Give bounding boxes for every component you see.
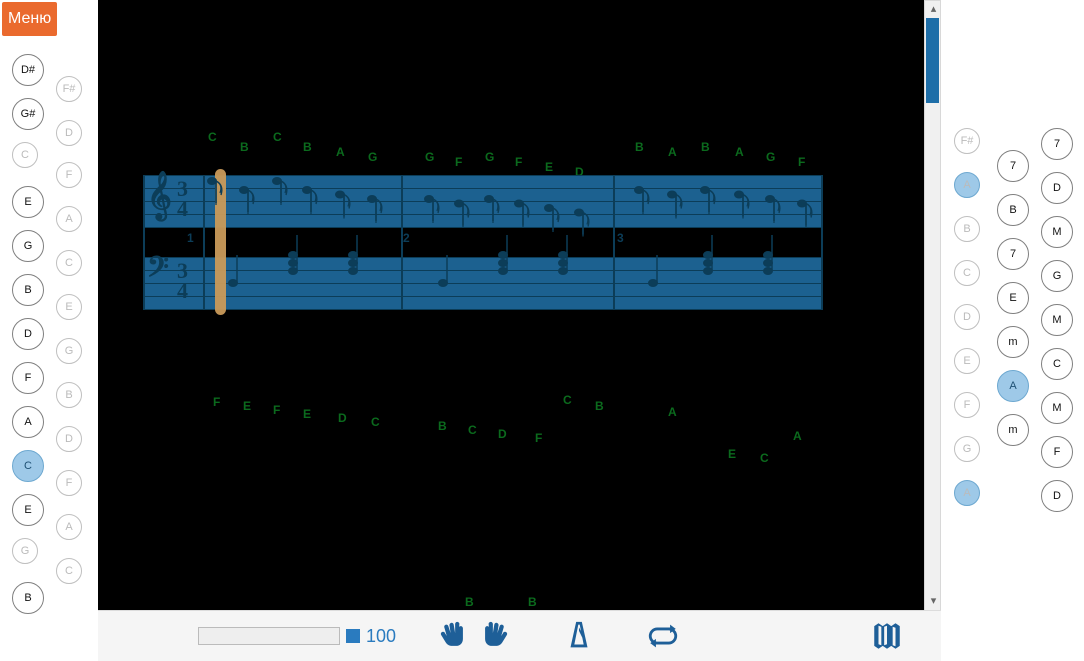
right-key-E[interactable]: E [954, 348, 980, 374]
left-key-D[interactable]: D [12, 318, 44, 350]
right-key-m[interactable]: m [997, 326, 1029, 358]
note-letter: A [668, 405, 677, 419]
note-letter: E [243, 399, 251, 413]
note-letter: C [563, 393, 572, 407]
right-key-C[interactable]: C [1041, 348, 1073, 380]
view-mode-button[interactable] [870, 619, 904, 653]
left-key-B[interactable]: B [12, 582, 44, 614]
left-key-alt-F[interactable]: F [56, 470, 82, 496]
right-key-C[interactable]: C [954, 260, 980, 286]
note-letter: B [438, 419, 447, 433]
left-key-E[interactable]: E [12, 494, 44, 526]
menu-button[interactable]: Меню [2, 2, 57, 36]
note-letter: B [701, 140, 710, 154]
left-key-alt-Fsharp[interactable]: F# [56, 76, 82, 102]
note-letter: B [240, 140, 249, 154]
right-key-G[interactable]: G [954, 436, 980, 462]
left-key-alt-F[interactable]: F [56, 162, 82, 188]
note-letter: C [468, 423, 477, 437]
note-letter: A [793, 429, 802, 443]
left-hand-toggle[interactable] [436, 619, 470, 653]
staff-system-1: 𝄞 𝄢 3 4 3 4 1 2 3 [143, 175, 823, 325]
scroll-down-arrow[interactable]: ▾ [925, 593, 942, 610]
left-key-A[interactable]: A [12, 406, 44, 438]
tempo-indicator-icon [346, 629, 360, 643]
score-content: CBCBAGGFGFEDBABAGF 𝄞 𝄢 3 4 3 4 [143, 15, 823, 595]
scroll-up-arrow[interactable]: ▴ [925, 1, 942, 18]
right-key-D[interactable]: D [954, 304, 980, 330]
note-letter: C [273, 130, 282, 144]
vertical-scrollbar[interactable]: ▴ ▾ [924, 0, 941, 611]
right-key-G[interactable]: G [1041, 260, 1073, 292]
note-letter: B [635, 140, 644, 154]
left-key-alt-A[interactable]: A [56, 206, 82, 232]
metronome-button[interactable] [562, 619, 596, 653]
right-key-7[interactable]: 7 [1041, 128, 1073, 160]
note-letter: D [338, 411, 347, 425]
note-letter: F [273, 403, 280, 417]
note-letter: B [528, 595, 537, 609]
scrollbar-thumb[interactable] [926, 18, 939, 103]
progress-slider[interactable] [198, 627, 340, 645]
right-key-A[interactable]: A [954, 172, 980, 198]
right-key-M[interactable]: M [1041, 216, 1073, 248]
loop-button[interactable] [646, 619, 680, 653]
left-key-E[interactable]: E [12, 186, 44, 218]
note-letter: C [760, 451, 769, 465]
right-key-A[interactable]: A [954, 480, 980, 506]
right-key-B[interactable]: B [954, 216, 980, 242]
right-bellows-shape [934, 80, 984, 600]
left-key-C[interactable]: C [12, 142, 38, 168]
right-key-E[interactable]: E [997, 282, 1029, 314]
note-letter: D [498, 427, 507, 441]
left-key-alt-D[interactable]: D [56, 426, 82, 452]
note-letter: F [535, 431, 542, 445]
left-key-G[interactable]: G [12, 230, 44, 262]
right-key-7[interactable]: 7 [997, 150, 1029, 182]
note-letter: F [213, 395, 220, 409]
right-key-F[interactable]: F [954, 392, 980, 418]
right-key-m[interactable]: m [997, 414, 1029, 446]
tempo-value: 100 [366, 626, 396, 647]
left-key-B[interactable]: B [12, 274, 44, 306]
right-key-B[interactable]: B [997, 194, 1029, 226]
note-letter: C [208, 130, 217, 144]
left-key-alt-A[interactable]: A [56, 514, 82, 540]
note-letter: B [595, 399, 604, 413]
left-key-alt-E[interactable]: E [56, 294, 82, 320]
right-key-7[interactable]: 7 [997, 238, 1029, 270]
right-hand-toggle[interactable] [478, 619, 512, 653]
left-key-Gsharp[interactable]: G# [12, 98, 44, 130]
left-key-F[interactable]: F [12, 362, 44, 394]
right-key-D[interactable]: D [1041, 172, 1073, 204]
notes-svg [143, 155, 823, 330]
left-key-G[interactable]: G [12, 538, 38, 564]
note-letter: E [728, 447, 736, 461]
left-key-alt-G[interactable]: G [56, 338, 82, 364]
note-letter: C [371, 415, 380, 429]
left-key-alt-D[interactable]: D [56, 120, 82, 146]
bottom-toolbar: 100 [98, 610, 941, 661]
right-key-D[interactable]: D [1041, 480, 1073, 512]
note-letter: E [303, 407, 311, 421]
left-key-Dsharp[interactable]: D# [12, 54, 44, 86]
left-key-C[interactable]: C [12, 450, 44, 482]
right-key-F[interactable]: F [1041, 436, 1073, 468]
left-key-alt-C[interactable]: C [56, 558, 82, 584]
right-key-M[interactable]: M [1041, 392, 1073, 424]
left-key-alt-B[interactable]: B [56, 382, 82, 408]
right-key-Fsharp[interactable]: F# [954, 128, 980, 154]
note-letter: B [303, 140, 312, 154]
right-key-A[interactable]: A [997, 370, 1029, 402]
right-key-M[interactable]: M [1041, 304, 1073, 336]
note-letter: B [465, 595, 474, 609]
left-key-alt-C[interactable]: C [56, 250, 82, 276]
